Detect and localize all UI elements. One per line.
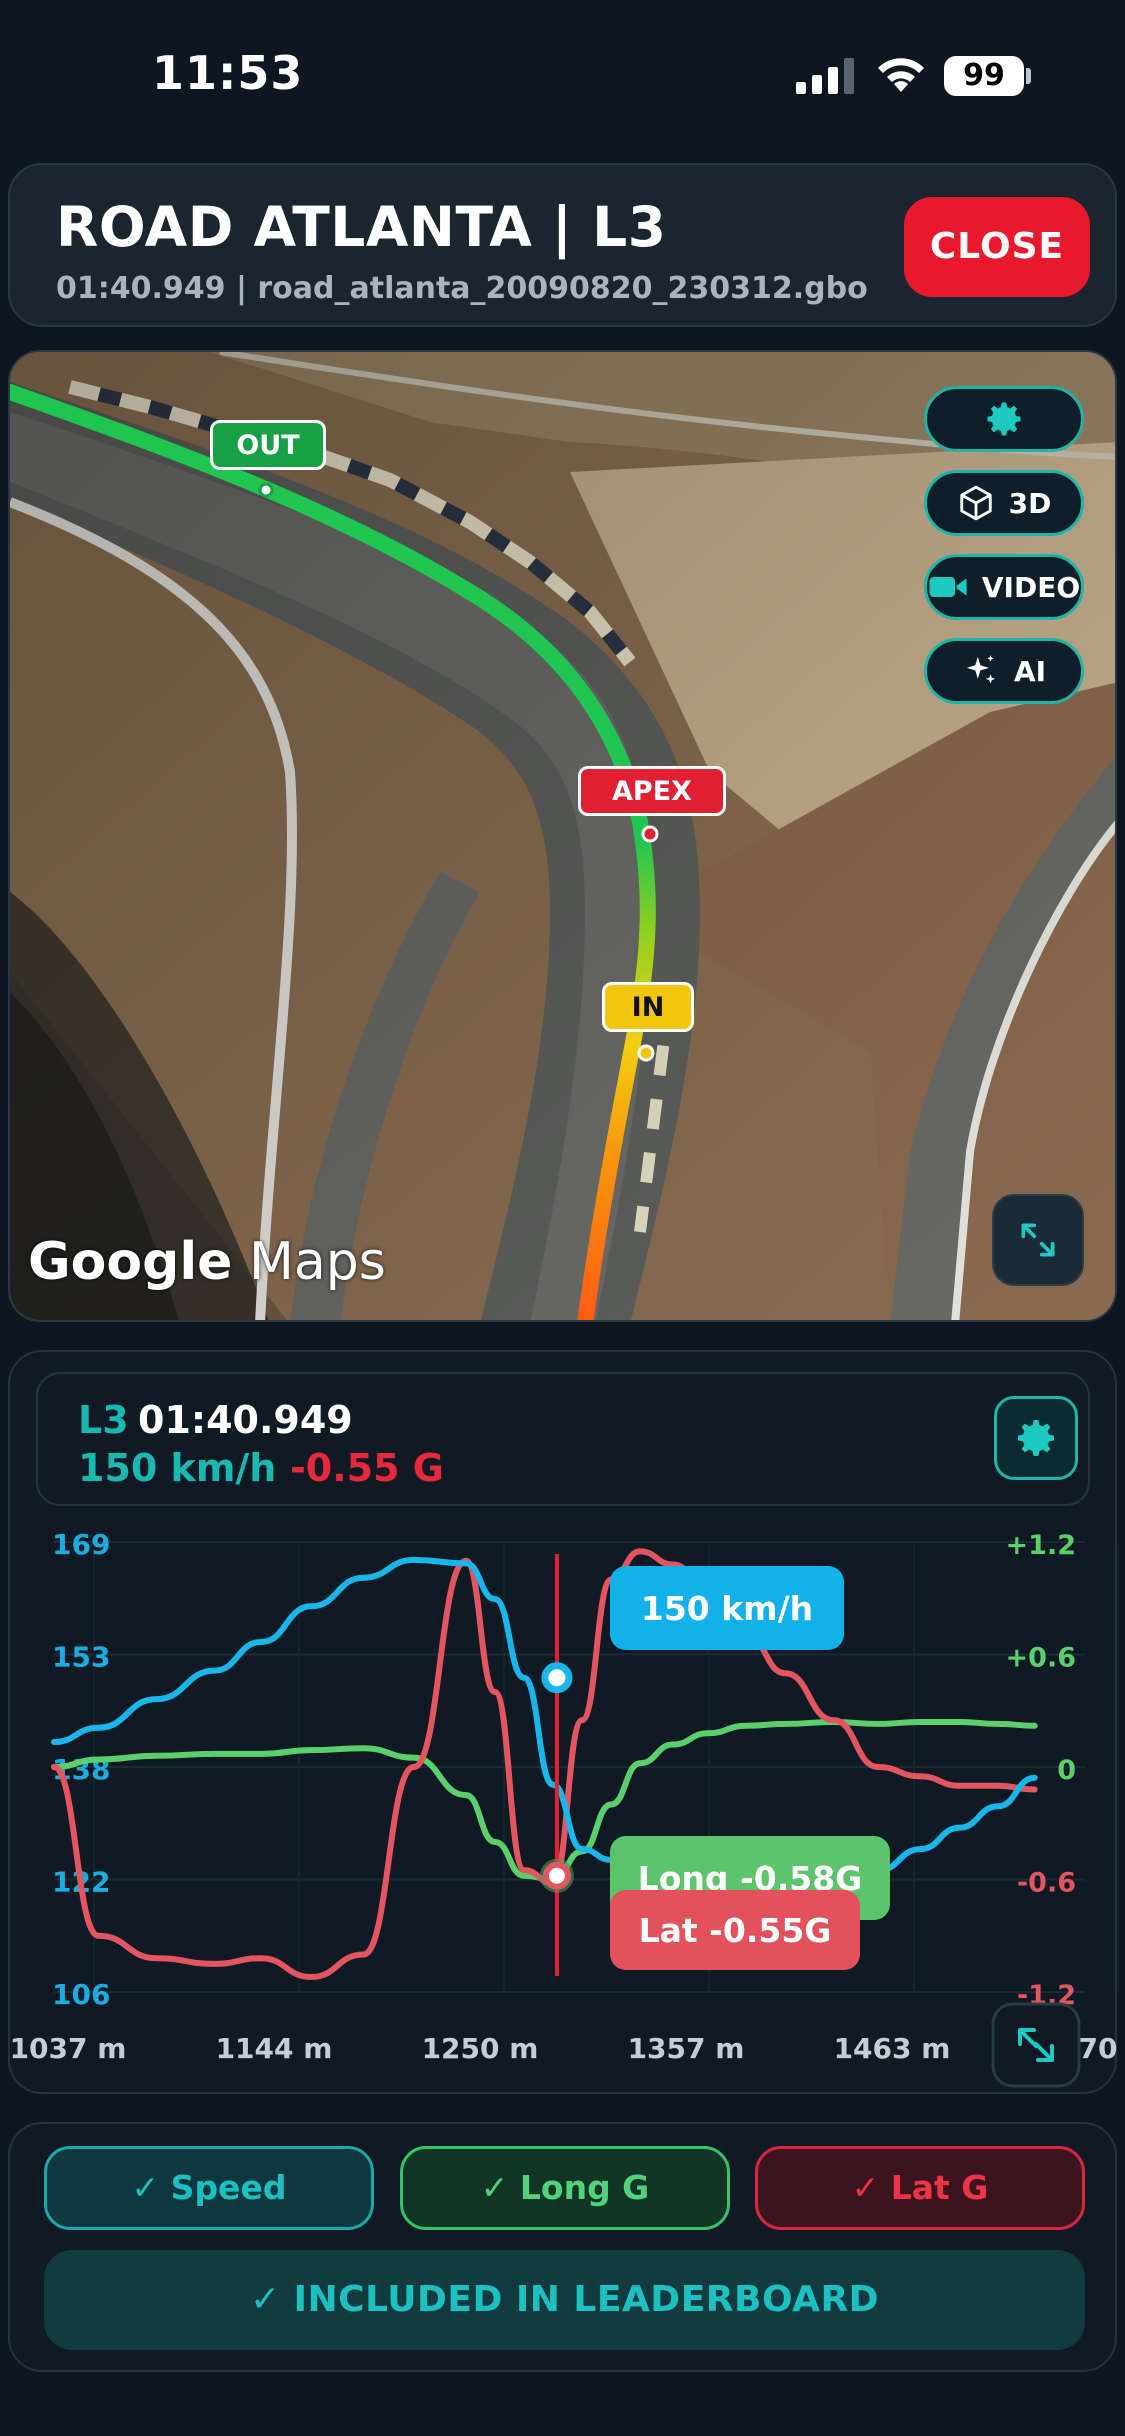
gear-icon	[987, 402, 1021, 436]
view-3d-label: 3D	[1008, 486, 1052, 520]
apex-marker-label[interactable]: APEX	[578, 766, 726, 816]
wifi-icon	[878, 58, 924, 92]
in-marker-label[interactable]: IN	[602, 982, 694, 1032]
lat-g-callout-text: Lat -0.55G	[639, 1911, 832, 1950]
video-camera-icon	[929, 577, 967, 597]
readout-lap: L3	[78, 1398, 129, 1442]
close-button[interactable]: CLOSE	[904, 197, 1090, 297]
gear-icon	[1018, 1420, 1054, 1456]
ai-button[interactable]: AI	[924, 638, 1084, 704]
battery-level: 99	[944, 56, 1024, 96]
speed-toggle[interactable]: ✓ Speed	[44, 2146, 374, 2230]
map-expand-button[interactable]	[992, 1194, 1084, 1286]
x-tick-label: 1144 m	[216, 2032, 333, 2065]
speed-cursor-point	[541, 1662, 573, 1694]
series-toggle-card: ✓ Speed ✓ Long G ✓ Lat G ✓ INCLUDED IN L…	[8, 2122, 1117, 2372]
out-marker-label[interactable]: OUT	[210, 420, 326, 470]
leaderboard-status-button[interactable]: ✓ INCLUDED IN LEADERBOARD	[44, 2250, 1085, 2350]
readout-time: 01:40.949	[138, 1398, 353, 1442]
x-tick-label: 1357 m	[628, 2032, 745, 2065]
sparkles-icon	[966, 655, 996, 684]
y-right-tick-label: -0.6	[1017, 1868, 1076, 1899]
map-settings-button[interactable]	[924, 386, 1084, 452]
chart-settings-button[interactable]	[994, 1396, 1078, 1480]
lat-g-cursor-point	[542, 1861, 571, 1890]
status-bar: 11:53 99	[0, 0, 1125, 150]
y-left-tick-label: 153	[52, 1641, 110, 1674]
ai-label: AI	[1013, 654, 1047, 688]
y-left-tick-label: 106	[52, 1978, 110, 2011]
view-3d-button[interactable]: 3D	[924, 470, 1084, 536]
y-right-tick-label: +1.2	[1006, 1530, 1076, 1561]
y-right-tick-label: +0.6	[1006, 1643, 1076, 1674]
track-map[interactable]: OUT APEX IN 3D VIDEO AI Google Maps	[8, 350, 1117, 1322]
speed-callout-text: 150 km/h	[641, 1589, 813, 1628]
google-wordmark: Google	[28, 1232, 233, 1292]
readout-speed: 150 km/h	[78, 1446, 277, 1490]
x-tick-label: 1463 m	[834, 2032, 951, 2065]
x-tick-label: 1250 m	[422, 2032, 539, 2065]
video-label: VIDEO	[981, 570, 1081, 604]
x-tick-label: 1037 m	[10, 2032, 126, 2065]
telemetry-chart-card: 169 153 138 122 106 +1.2 +0.6 0 -0.6 -1.2 1037 m 11…	[8, 1350, 1119, 2094]
cellular-signal-icon	[796, 58, 854, 94]
long-g-toggle[interactable]: ✓ Long G	[400, 2146, 730, 2230]
y-right-tick-label: 0	[1057, 1755, 1076, 1786]
expand-icon	[1021, 1223, 1055, 1257]
google-maps-attribution: Google Maps	[28, 1232, 386, 1292]
maps-wordmark: Maps	[248, 1232, 386, 1292]
video-button[interactable]: VIDEO	[924, 554, 1084, 620]
readout-lat-g: -0.55 G	[290, 1446, 444, 1490]
status-time: 11:53	[152, 46, 304, 100]
session-subtitle: 01:40.949 | road_atlanta_20090820_230312…	[56, 271, 868, 306]
y-left-tick-label: 169	[52, 1528, 110, 1561]
session-header: ROAD ATLANTA | L3 01:40.949 | road_atlan…	[8, 163, 1117, 327]
lat-g-toggle[interactable]: ✓ Lat G	[755, 2146, 1085, 2230]
cube-icon	[959, 485, 992, 521]
battery-tip	[1026, 68, 1031, 84]
session-title: ROAD ATLANTA | L3	[56, 195, 667, 259]
lap-readout: L3 01:40.949 150 km/h -0.55 G	[36, 1372, 1090, 1506]
